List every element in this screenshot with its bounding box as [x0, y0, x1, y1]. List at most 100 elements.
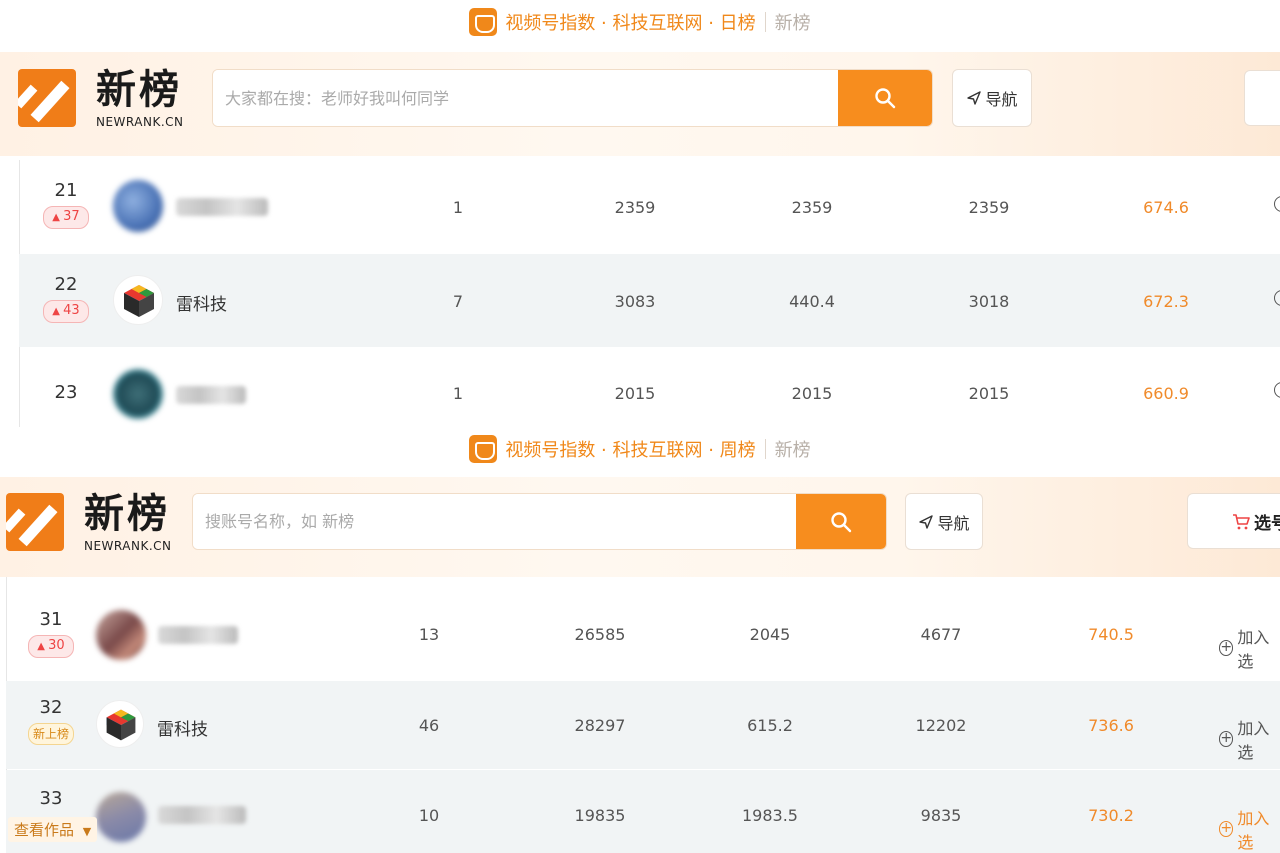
view-works-button[interactable]: 查看作品 ▼ — [8, 817, 98, 842]
account-name-blurred[interactable] — [158, 806, 246, 824]
max-likes: 12202 — [915, 716, 967, 735]
search-bar — [212, 69, 933, 127]
account-name-blurred[interactable] — [176, 386, 246, 404]
index-score: 672.3 — [1143, 292, 1189, 311]
add-circle-icon: + — [1219, 820, 1234, 837]
avatar[interactable] — [113, 369, 163, 419]
max-likes: 2015 — [968, 384, 1010, 403]
rank-number: 33 — [39, 788, 63, 809]
rank-number: 32 — [39, 697, 63, 718]
average-likes: 1983.5 — [742, 806, 798, 825]
leikeji-logo-icon — [106, 709, 136, 741]
caret-down-icon: ▼ — [82, 825, 92, 838]
total-likes: 28297 — [574, 716, 626, 735]
brand-watermark: 新榜 — [774, 440, 811, 461]
add-to-selection[interactable] — [1274, 196, 1280, 212]
select-accounts-button[interactable] — [1244, 70, 1280, 126]
total-likes: 26585 — [574, 625, 626, 644]
rank-cell: 31 ▲ 30 — [21, 609, 81, 658]
total-likes: 2015 — [614, 384, 656, 403]
navigation-button[interactable]: 导航 — [905, 493, 983, 550]
logo-text-cn: 新榜 — [96, 67, 182, 113]
total-likes: 2359 — [614, 198, 656, 217]
daily-ranking-panel: 视频号指数 · 科技互联网 · 日榜 新榜 新榜 NEWRANK.CN 导航 — [0, 0, 1280, 427]
index-score: 736.6 — [1088, 716, 1134, 735]
rank-change-badge: ▲ 43 — [43, 300, 89, 323]
add-to-selection[interactable]: + 加入选 — [1219, 624, 1280, 672]
total-likes: 3083 — [614, 292, 656, 311]
avatar[interactable] — [113, 275, 163, 325]
table-row[interactable]: 32 新上榜 雷科技 46 28297 615.2 12202 736.6 + 加… — [6, 681, 1280, 769]
table-row[interactable]: 22 ▲ 43 雷科技 7 3083 440.4 3018 672.3 — [19, 254, 1280, 347]
search-button[interactable] — [838, 70, 932, 126]
channels-logo-icon — [469, 435, 498, 463]
add-to-selection[interactable]: + 加入选 — [1219, 805, 1280, 853]
rank-cell: 23 — [36, 382, 96, 403]
cart-icon — [1233, 514, 1250, 530]
logo-text-en: NEWRANK.CN — [84, 539, 172, 553]
navigation-label: 导航 — [985, 90, 1018, 109]
add-circle-icon: + — [1219, 639, 1234, 656]
max-likes: 2359 — [968, 198, 1010, 217]
add-circle-icon — [1274, 196, 1280, 212]
up-triangle-icon: ▲ — [52, 212, 64, 223]
add-to-selection[interactable]: + 加入选 — [1219, 715, 1280, 763]
rank-cell: 33 — [21, 788, 81, 809]
up-triangle-icon: ▲ — [52, 306, 64, 317]
search-bar — [192, 493, 887, 550]
table-row[interactable]: 23 1 2015 2015 2015 660.9 — [0, 348, 1280, 427]
search-icon — [831, 511, 852, 532]
ranking-title: 视频号指数 · 科技互联网 · 周榜 — [505, 440, 756, 461]
average-likes: 2359 — [791, 198, 833, 217]
max-likes: 4677 — [920, 625, 962, 644]
search-input[interactable] — [213, 70, 838, 126]
rank-number: 22 — [54, 274, 78, 295]
max-likes: 3018 — [968, 292, 1010, 311]
search-button[interactable] — [796, 494, 886, 549]
add-circle-icon — [1274, 382, 1280, 398]
works-count: 46 — [418, 716, 440, 735]
max-likes: 9835 — [920, 806, 962, 825]
newrank-logo[interactable]: 新榜 NEWRANK.CN — [18, 69, 184, 129]
account-name[interactable]: 雷科技 — [176, 290, 227, 315]
add-circle-icon: + — [1219, 730, 1234, 747]
rank-cell: 22 ▲ 43 — [36, 274, 96, 323]
avatar[interactable] — [96, 610, 146, 660]
table-row[interactable]: 31 ▲ 30 13 26585 2045 4677 740.5 + 加入选 — [6, 590, 1280, 680]
rank-change-badge: ▲ 30 — [28, 635, 74, 658]
search-input[interactable] — [193, 494, 796, 549]
select-accounts-button[interactable]: 选号 — [1187, 493, 1280, 549]
logo-text-en: NEWRANK.CN — [96, 115, 184, 129]
index-score: 740.5 — [1088, 625, 1134, 644]
newrank-logo-icon — [18, 69, 76, 127]
select-accounts-label: 选号 — [1254, 513, 1280, 534]
navigation-arrow-icon — [919, 514, 934, 529]
index-score: 730.2 — [1088, 806, 1134, 825]
ranking-title-bar: 视频号指数 · 科技互联网 · 周榜 新榜 — [0, 427, 1280, 471]
ranking-title-bar: 视频号指数 · 科技互联网 · 日榜 新榜 — [0, 0, 1280, 44]
works-count: 7 — [452, 292, 464, 311]
average-likes: 2015 — [791, 384, 833, 403]
up-triangle-icon: ▲ — [37, 641, 49, 652]
account-name-blurred[interactable] — [176, 198, 268, 216]
avatar[interactable] — [96, 792, 146, 842]
title-divider — [764, 439, 766, 459]
site-header: 新榜 NEWRANK.CN 导航 选号 — [0, 477, 1280, 577]
average-likes: 2045 — [749, 625, 791, 644]
navigation-button[interactable]: 导航 — [952, 69, 1032, 127]
total-likes: 19835 — [574, 806, 626, 825]
navigation-label: 导航 — [937, 513, 970, 533]
average-likes: 440.4 — [789, 292, 835, 311]
rank-number: 23 — [54, 382, 78, 403]
add-to-selection[interactable] — [1274, 382, 1280, 398]
table-row[interactable]: 33 10 19835 1983.5 9835 730.2 + 加入选 — [6, 770, 1280, 853]
add-to-selection[interactable] — [1274, 290, 1280, 306]
works-count: 1 — [452, 384, 464, 403]
newrank-logo[interactable]: 新榜 NEWRANK.CN — [6, 493, 172, 553]
avatar[interactable] — [96, 700, 144, 748]
avatar[interactable] — [113, 180, 163, 232]
table-row[interactable]: 21 ▲ 37 1 2359 2359 2359 674.6 — [0, 160, 1280, 253]
account-name[interactable]: 雷科技 — [157, 715, 208, 740]
average-likes: 615.2 — [747, 716, 793, 735]
account-name-blurred[interactable] — [158, 626, 238, 644]
